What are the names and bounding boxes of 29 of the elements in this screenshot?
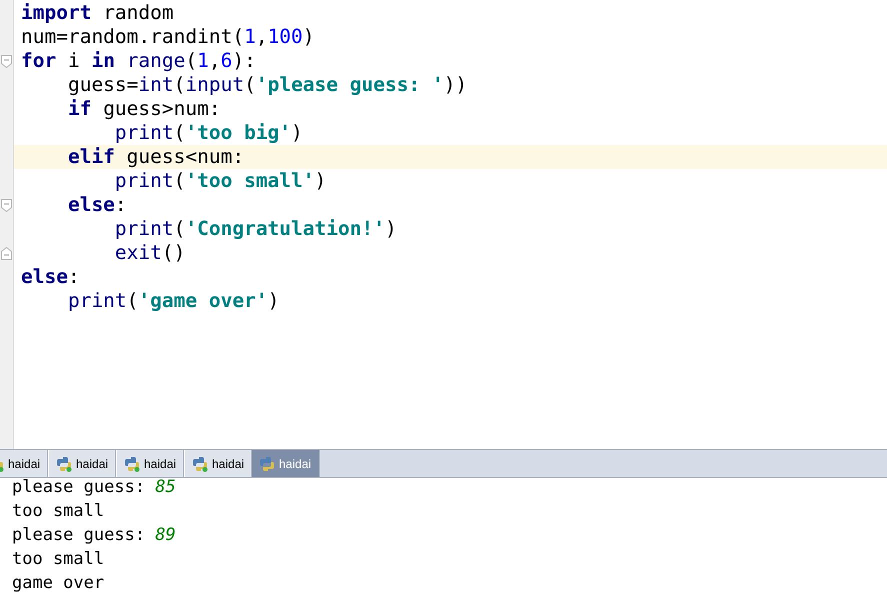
run-tab[interactable]: haidai bbox=[184, 450, 252, 477]
code-line: exit() bbox=[114, 241, 186, 265]
run-tab[interactable]: haidai bbox=[116, 450, 184, 477]
python-file-icon bbox=[259, 456, 275, 472]
code-line: print('too big') bbox=[114, 121, 303, 145]
code-line: num=random.randint(1,100) bbox=[21, 25, 315, 49]
code-line: import random bbox=[21, 1, 174, 25]
console-line: too small bbox=[12, 550, 106, 568]
fold-marker-icon[interactable] bbox=[1, 246, 12, 260]
console-line: please guess: 85 bbox=[12, 478, 177, 496]
code-line: else: bbox=[66, 193, 127, 217]
code-line: else: bbox=[21, 265, 80, 289]
code-line: print('game over') bbox=[66, 289, 280, 313]
console-line: too small bbox=[12, 502, 106, 520]
code-line: if guess>num: bbox=[66, 97, 221, 121]
python-file-icon bbox=[124, 456, 140, 472]
fold-marker-icon[interactable] bbox=[1, 54, 12, 68]
console-line: please guess: 89 bbox=[12, 526, 177, 544]
run-tab[interactable]: haidai bbox=[0, 450, 48, 477]
fold-marker-icon[interactable] bbox=[1, 198, 12, 212]
code-line: print('too small') bbox=[114, 169, 326, 193]
console-line: game over bbox=[12, 574, 106, 592]
code-line: print('Congratulation!') bbox=[114, 217, 397, 241]
code-line: guess=int(input('please guess: ')) bbox=[66, 73, 468, 97]
run-tab[interactable]: haidai bbox=[48, 450, 116, 477]
code-line: elif guess<num: bbox=[66, 145, 244, 169]
python-file-icon bbox=[56, 456, 72, 472]
python-file-icon bbox=[192, 456, 208, 472]
code-line: for i in range(1,6): bbox=[21, 49, 256, 73]
